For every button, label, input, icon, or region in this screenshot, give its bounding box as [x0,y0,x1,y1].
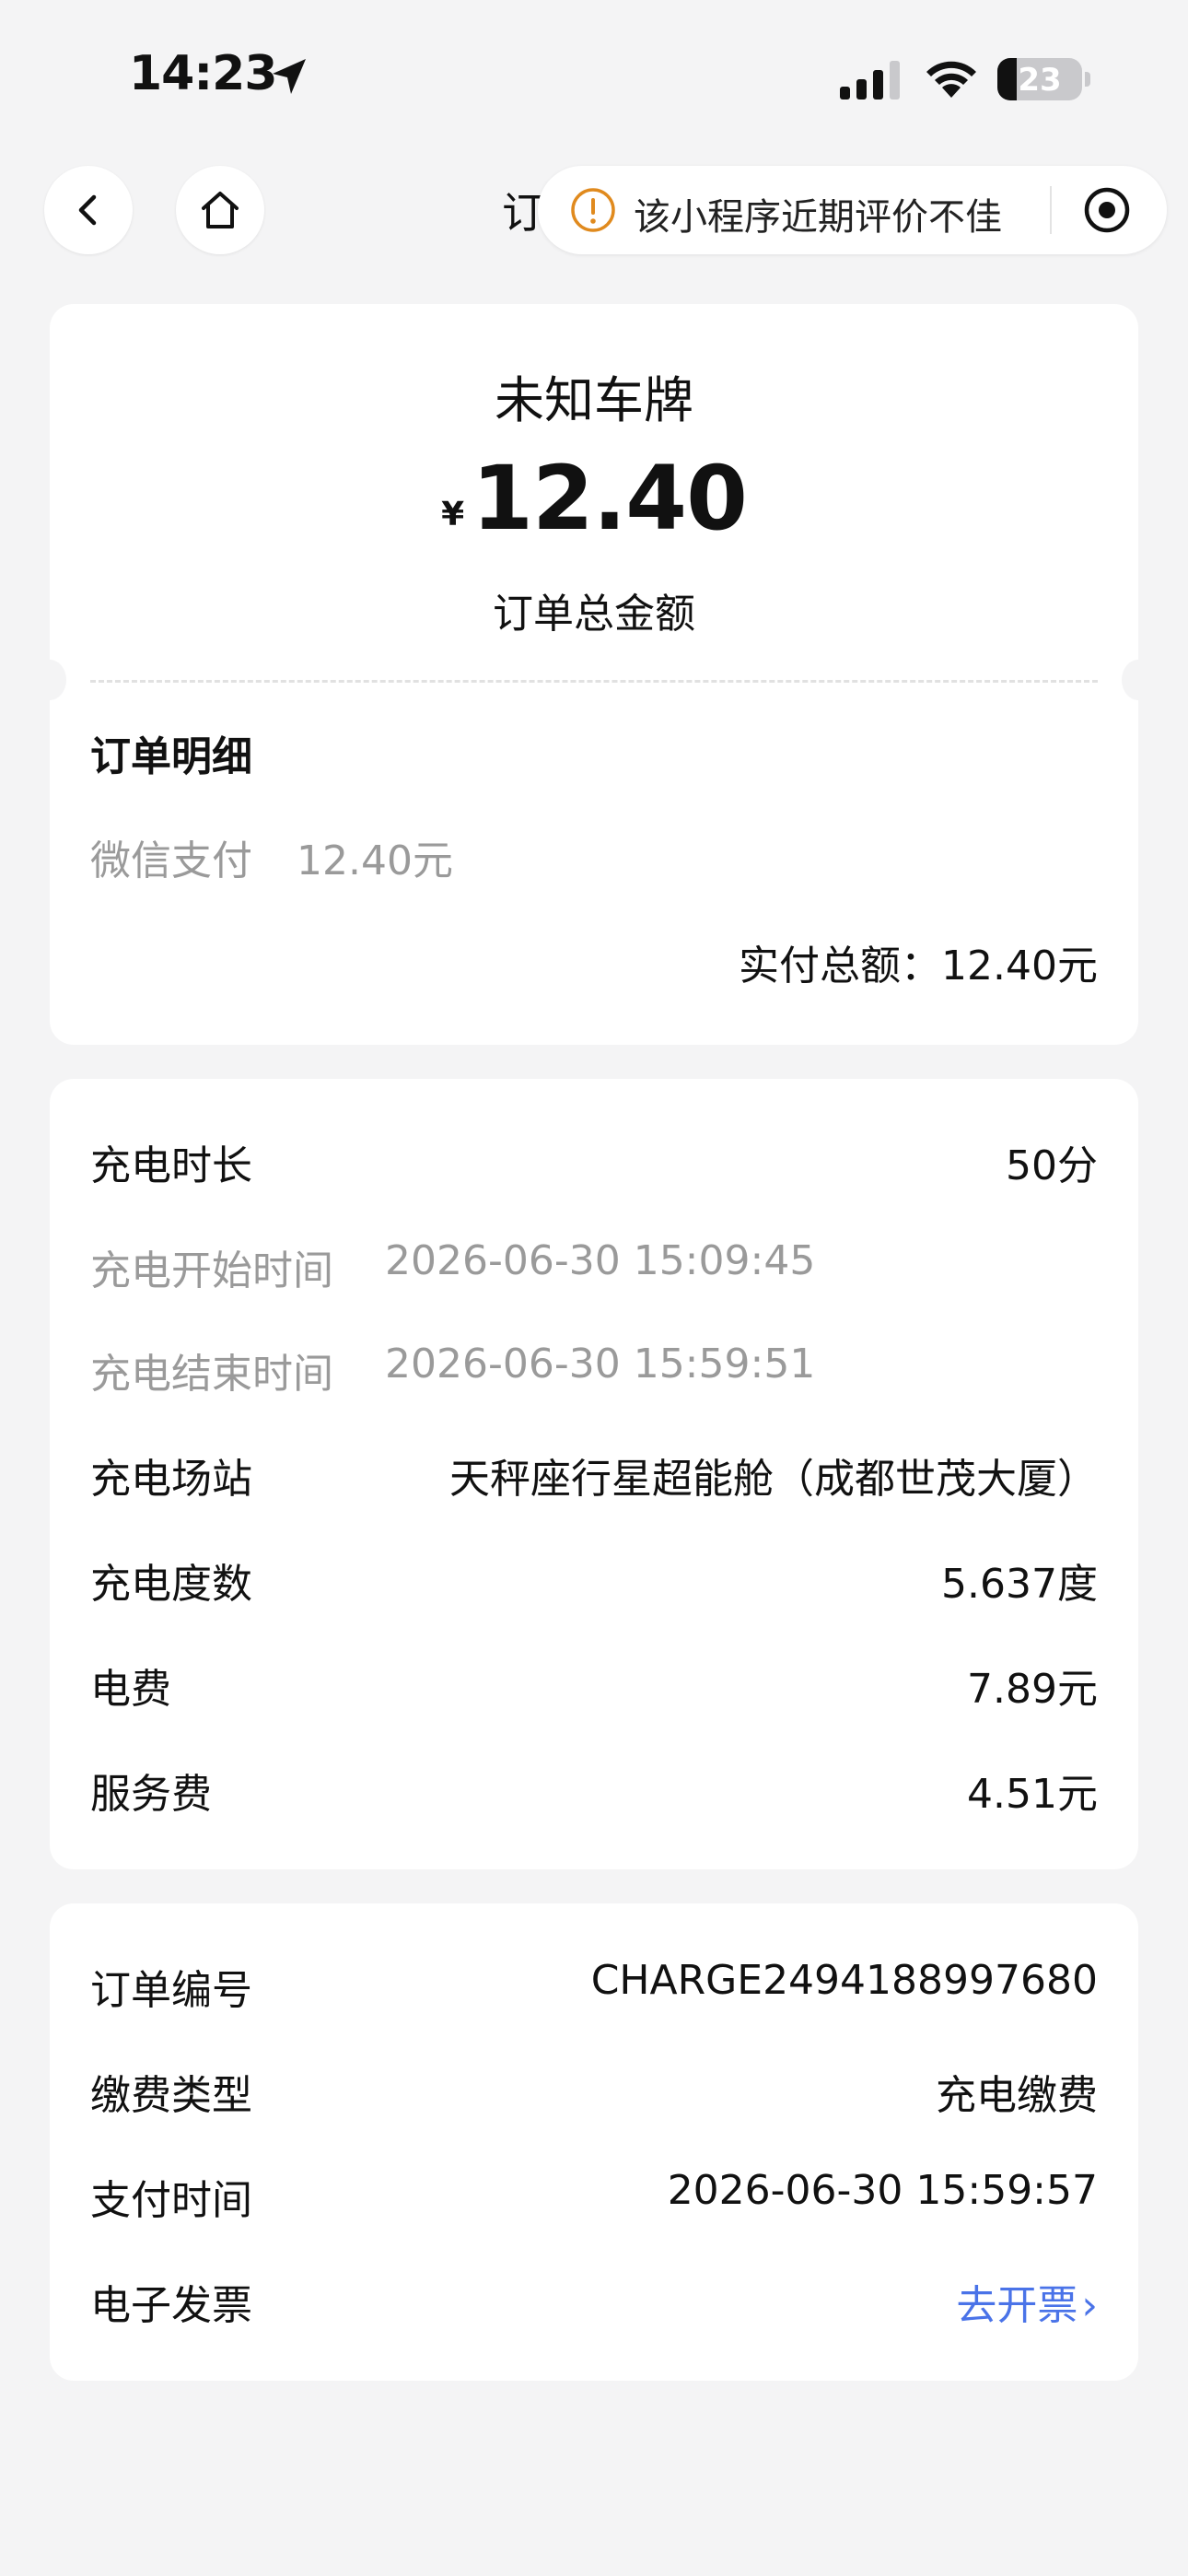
rating-warning-text[interactable]: 该小程序近期评价不佳 [634,187,1002,240]
location-arrow-icon [273,59,306,94]
end-time-value: 2026-06-30 15:59:51 [385,1341,816,1388]
pay-amount: 12.40元 [297,837,453,884]
order-amount: 12.40 [472,447,748,550]
ticket-notch-right [1122,660,1155,700]
info-warning-icon [571,188,615,232]
home-button[interactable] [176,166,264,254]
paid-total: 实付总额：12.40元 [739,943,1098,989]
electric-fee-label: 电费 [90,1666,171,1713]
service-fee-label: 服务费 [90,1771,212,1818]
amount-row: ¥12.40 [50,447,1138,550]
invoice-link-text[interactable]: 去开票 [956,2282,1077,2329]
order-detail-title: 订单明细 [90,733,252,780]
dashed-divider [90,680,1098,683]
amount-label: 订单总金额 [493,591,695,638]
pay-time-value: 2026-06-30 15:59:57 [667,2167,1098,2214]
back-button[interactable] [44,166,133,254]
invoice-link[interactable]: 去开票› [956,2272,1098,2331]
back-chevron-icon [78,194,97,226]
station-value: 天秤座行星超能舱（成都世茂大厦） [449,1456,1098,1503]
kwh-value: 5.637度 [941,1561,1098,1608]
miniprogram-capsule[interactable]: 该小程序近期评价不佳 [538,166,1167,254]
order-total-card: 未知车牌 ¥12.40 订单总金额 订单明细 微信支付 12.40元 实付总额：… [33,304,1155,1045]
start-time-value: 2026-06-30 15:09:45 [385,1237,816,1284]
kwh-label: 充电度数 [90,1561,252,1608]
currency-symbol: ¥ [441,496,465,533]
cellular-signal-icon [840,61,900,100]
invoice-label: 电子发票 [90,2282,252,2329]
wifi-icon [926,61,976,98]
status-time: 14:23 [129,46,278,101]
order-detail-page: 14:23 23 订 该小程序近期评价不佳 未知车牌 ¥12.40 订单总金额 … [0,0,1188,2576]
duration-value: 50分 [1006,1142,1098,1189]
capsule-divider [1050,186,1052,234]
order-number-value: CHARGE2494188997680 [590,1957,1098,2004]
charging-info-card: 充电时长 50分 充电开始时间 2026-06-30 15:09:45 充电结束… [50,1079,1138,1869]
duration-label: 充电时长 [90,1142,252,1189]
ticket-notch-left [33,660,66,700]
home-icon [202,192,239,228]
pay-time-label: 支付时间 [90,2177,252,2224]
station-label: 充电场站 [90,1456,252,1503]
license-plate: 未知车牌 [495,371,693,429]
electric-fee-value: 7.89元 [967,1666,1098,1713]
record-icon[interactable] [1083,186,1131,234]
status-bar: 14:23 23 [0,0,1188,147]
start-time-label: 充电开始时间 [90,1247,333,1294]
end-time-label: 充电结束时间 [90,1351,333,1398]
payment-type-value: 充电缴费 [936,2072,1098,2119]
chevron-right-icon: › [1081,2282,1098,2329]
battery-level: 23 [1018,62,1062,99]
service-fee-value: 4.51元 [967,1771,1098,1818]
battery-cap [1085,72,1090,87]
battery-icon: 23 [997,58,1082,100]
payment-type-label: 缴费类型 [90,2072,252,2119]
pay-method: 微信支付 [90,837,252,884]
order-info-card: 订单编号 CHARGE2494188997680 缴费类型 充电缴费 支付时间 … [50,1903,1138,2381]
order-number-label: 订单编号 [90,1967,252,2014]
